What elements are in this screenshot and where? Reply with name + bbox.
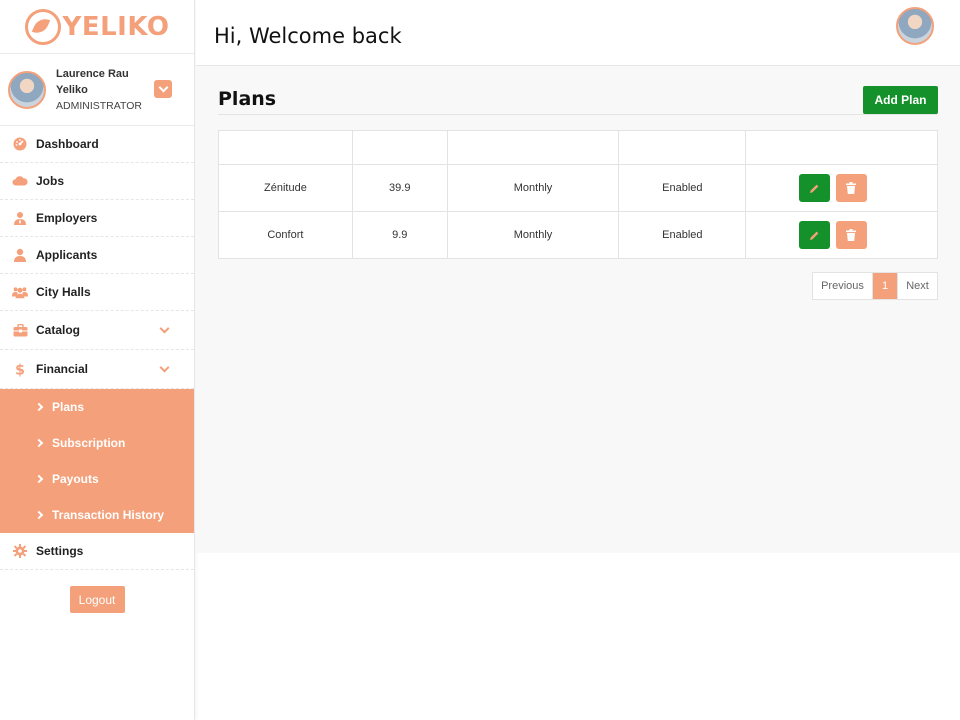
user-icon [12, 247, 28, 263]
profile-panel: Laurence Rau Yeliko ADMINISTRATOR [0, 54, 194, 126]
plan-name-cell: Confort [218, 211, 353, 259]
submenu-item-transaction-history[interactable]: Transaction History [0, 497, 194, 533]
plan-price-cell: 9.9 [351, 211, 448, 259]
chevron-right-icon [34, 438, 44, 448]
row-actions [728, 174, 937, 202]
sidebar-item-label: City Halls [36, 285, 91, 299]
column-header [351, 130, 448, 165]
app: YELIKO Laurence Rau Yeliko ADMINISTRATOR… [0, 0, 960, 720]
sidebar-item-applicants[interactable]: Applicants [0, 237, 194, 274]
logout-wrap: Logout [0, 586, 194, 613]
user-tie-icon [12, 210, 28, 226]
briefcase-icon [12, 322, 28, 338]
avatar [8, 70, 46, 109]
submenu-item-label: Plans [52, 400, 85, 414]
cloud-icon [12, 173, 28, 189]
chevron-down-icon [158, 82, 168, 93]
sidebar-item-label: Applicants [36, 248, 98, 262]
plan-actions-cell [745, 211, 938, 259]
sidebar-item-city-halls[interactable]: City Halls [0, 274, 194, 311]
pagination-page-1[interactable]: 1 [873, 273, 897, 299]
pencil-icon [809, 184, 819, 193]
profile-info: Laurence Rau Yeliko ADMINISTRATOR [56, 66, 146, 114]
pagination-previous[interactable]: Previous [813, 273, 873, 299]
sidebar-item-label: Dashboard [36, 137, 99, 151]
sidebar-item-settings[interactable]: Settings [0, 533, 194, 570]
profile-role: ADMINISTRATOR [56, 99, 142, 112]
main-content: Plans Add Plan Zénitude 39.9 Monthly Ena… [196, 66, 960, 553]
chevron-down-icon [159, 323, 170, 334]
chevron-right-icon [34, 402, 44, 412]
dashboard-icon [12, 136, 28, 152]
edit-plan-button[interactable] [798, 221, 830, 249]
submenu-item-label: Payouts [52, 472, 99, 486]
table-row: Confort 9.9 Monthly Enabled [218, 211, 938, 259]
delete-plan-button[interactable] [835, 174, 867, 202]
welcome-heading: Hi, Welcome back [214, 24, 402, 48]
submenu-item-label: Subscription [52, 436, 126, 450]
sidebar-item-label: Employers [36, 211, 98, 225]
plans-table: Zénitude 39.9 Monthly Enabled Confort 9.… [218, 130, 938, 259]
row-actions [728, 221, 937, 249]
column-header [218, 130, 353, 165]
submenu-item-payouts[interactable]: Payouts [0, 461, 194, 497]
sidebar-item-label: Jobs [36, 174, 65, 188]
financial-submenu: Plans Subscription Payouts Transaction H… [0, 389, 194, 533]
sidebar-item-jobs[interactable]: Jobs [0, 163, 194, 200]
chevron-right-icon [34, 474, 44, 484]
sidebar-item-label: Settings [36, 544, 84, 558]
logo-mark-icon [24, 8, 61, 45]
svg-text:$: $ [15, 362, 25, 377]
sidebar-item-label: Financial [36, 362, 89, 376]
pencil-icon [809, 231, 819, 240]
edit-plan-button[interactable] [798, 174, 830, 202]
column-header [446, 130, 620, 165]
table-body: Zénitude 39.9 Monthly Enabled Confort 9.… [218, 164, 938, 259]
plan-actions-cell [745, 164, 938, 212]
trash-icon [846, 182, 857, 194]
plan-name-cell: Zénitude [218, 164, 353, 212]
sidebar-item-label: Catalog [36, 323, 81, 337]
trash-icon [846, 229, 857, 241]
submenu-item-plans[interactable]: Plans [0, 389, 194, 425]
delete-plan-button[interactable] [835, 221, 867, 249]
plan-status-cell: Enabled [618, 211, 747, 259]
page-title: Plans [218, 88, 277, 110]
logout-button[interactable]: Logout [69, 586, 125, 613]
plan-period-cell: Monthly [446, 164, 620, 212]
profile-menu-toggle[interactable] [154, 80, 172, 98]
column-header [745, 130, 938, 165]
plan-status-cell: Enabled [618, 164, 747, 212]
sidebar-item-dashboard[interactable]: Dashboard [0, 126, 194, 163]
table-header-row [218, 130, 938, 165]
plan-period-cell: Monthly [446, 211, 620, 259]
chevron-right-icon [34, 510, 44, 520]
submenu-item-subscription[interactable]: Subscription [0, 425, 194, 461]
sidebar: YELIKO Laurence Rau Yeliko ADMINISTRATOR… [0, 0, 195, 720]
add-plan-button[interactable]: Add Plan [863, 86, 938, 114]
sidebar-nav: Dashboard Jobs Employers Applicants City… [0, 126, 194, 570]
users-icon [12, 284, 28, 300]
header-avatar[interactable] [896, 7, 934, 45]
dollar-icon: $ [12, 361, 28, 377]
sidebar-item-employers[interactable]: Employers [0, 200, 194, 237]
table-row: Zénitude 39.9 Monthly Enabled [218, 164, 938, 212]
pagination: Previous 1 Next [812, 272, 938, 300]
chevron-down-icon [159, 362, 170, 373]
pagination-next[interactable]: Next [897, 273, 937, 299]
logo[interactable]: YELIKO [0, 0, 194, 54]
sidebar-item-financial[interactable]: $ Financial [0, 350, 194, 389]
profile-name: Laurence Rau Yeliko [56, 67, 129, 96]
sidebar-item-catalog[interactable]: Catalog [0, 311, 194, 350]
table-header [218, 130, 938, 165]
plan-price-cell: 39.9 [351, 164, 448, 212]
column-header [618, 130, 747, 165]
gear-icon [12, 543, 28, 559]
submenu-item-label: Transaction History [52, 508, 165, 522]
top-header: Hi, Welcome back [196, 0, 960, 66]
logo-text: YELIKO [62, 11, 170, 42]
title-divider [218, 114, 937, 115]
